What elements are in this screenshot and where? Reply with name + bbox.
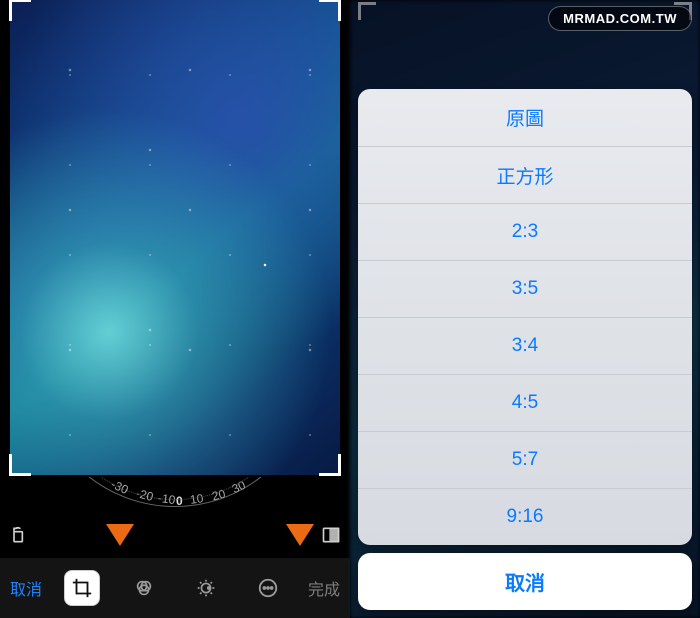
aspect-ratio-action-sheet: 原圖 正方形 2:3 3:5 3:4 4:5 5:7 9:16 [358, 89, 692, 545]
aspect-option-9-16[interactable]: 9:16 [358, 488, 692, 545]
aspect-option-3-5[interactable]: 3:5 [358, 260, 692, 317]
done-button[interactable]: 完成 [302, 570, 346, 606]
watermark: MRMAD.COM.TW [548, 6, 692, 31]
dial-tick: 0 [176, 494, 183, 508]
phone-left-crop-editor: -30 -20 -10 0 10 20 30 [0, 0, 350, 618]
tool-filters[interactable] [126, 570, 162, 606]
crop-handle-top-left[interactable] [9, 0, 31, 21]
tool-crop[interactable] [64, 570, 100, 606]
bottom-toolbar: 取消 [0, 558, 350, 618]
aspect-ratio-button[interactable] [320, 524, 342, 546]
watermark-text: MRMAD.COM.TW [548, 6, 692, 31]
crop-handle-bottom-left[interactable] [9, 454, 31, 476]
aspect-option-2-3[interactable]: 2:3 [358, 203, 692, 260]
annotation-arrow-right [286, 524, 314, 546]
aspect-option-4-5[interactable]: 4:5 [358, 374, 692, 431]
dial-tick: 30 [230, 478, 248, 496]
crop-options-row [0, 516, 350, 554]
aspect-option-square[interactable]: 正方形 [358, 146, 692, 203]
rotation-dial[interactable]: -30 -20 -10 0 10 20 30 [0, 477, 350, 519]
dial-tick: -20 [135, 486, 155, 504]
annotation-arrow-left [106, 524, 134, 546]
rotate-90-button[interactable] [8, 524, 30, 546]
dial-tick: 10 [189, 491, 204, 507]
phone-right-aspect-sheet: MRMAD.COM.TW 原圖 正方形 2:3 3:5 3:4 4:5 5:7 … [350, 0, 700, 618]
tool-light[interactable] [188, 570, 224, 606]
screenshot-pair: -30 -20 -10 0 10 20 30 [0, 0, 700, 618]
photo-galaxy [10, 0, 340, 475]
crop-handle-top-left [358, 2, 376, 20]
action-sheet-cancel-button[interactable]: 取消 [358, 553, 692, 610]
crop-handle-top-right[interactable] [319, 0, 341, 21]
dial-tick: -30 [109, 477, 131, 497]
aspect-option-3-4[interactable]: 3:4 [358, 317, 692, 374]
dial-tick: 20 [211, 487, 227, 504]
aspect-option-5-7[interactable]: 5:7 [358, 431, 692, 488]
crop-handle-bottom-right[interactable] [319, 454, 341, 476]
action-sheet-container: 原圖 正方形 2:3 3:5 3:4 4:5 5:7 9:16 取消 [358, 89, 692, 610]
tool-more[interactable] [250, 570, 286, 606]
crop-canvas[interactable] [10, 0, 340, 475]
aspect-option-original[interactable]: 原圖 [358, 89, 692, 146]
cancel-button[interactable]: 取消 [4, 570, 48, 606]
dial-tick: -10 [157, 491, 176, 507]
